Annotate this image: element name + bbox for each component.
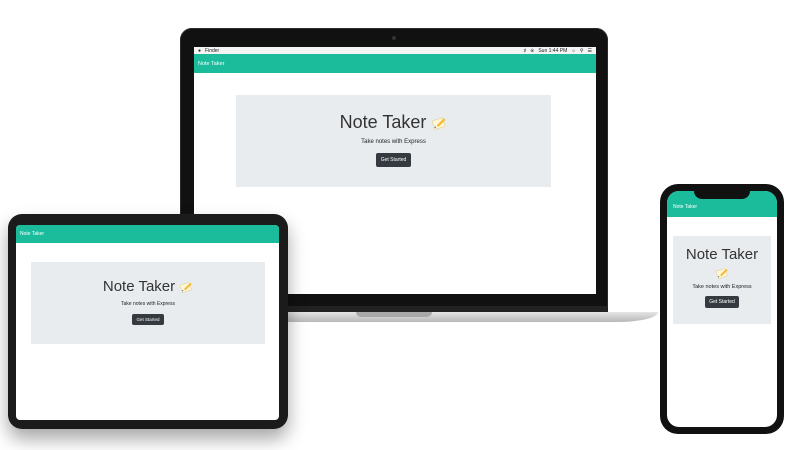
laptop-notch xyxy=(356,312,432,317)
pencil-memo-icon xyxy=(180,281,192,293)
jumbotron-title: Note Taker xyxy=(685,246,759,263)
search-icon[interactable]: ⚲ xyxy=(580,48,584,54)
jumbotron-tagline: Take notes with Express xyxy=(361,139,426,145)
navbar-brand[interactable]: Note Taker xyxy=(198,61,225,67)
mac-menubar: ● Finder ♯ ※ Sun 1:44 PM ☼ ⚲ ☰ xyxy=(194,47,596,54)
tablet-screen: Note Taker Note Taker Take notes with Ex… xyxy=(16,225,279,420)
navbar-brand[interactable]: Note Taker xyxy=(20,231,44,237)
navbar: Note Taker xyxy=(16,225,279,243)
jumbotron: Note Taker Take notes with Express Get S… xyxy=(31,262,265,344)
navbar-brand[interactable]: Note Taker xyxy=(673,204,697,210)
bluetooth-icon[interactable]: ※ xyxy=(530,48,534,54)
menu-list-icon[interactable]: ☰ xyxy=(588,48,592,54)
laptop-camera xyxy=(392,36,396,40)
phone-screen: Note Taker Note Taker Take notes with Ex… xyxy=(667,191,777,427)
volume-icon[interactable]: ♯ xyxy=(524,48,527,54)
menubar-clock[interactable]: Sun 1:44 PM xyxy=(538,48,567,54)
jumbotron: Note Taker Take notes with Express Get S… xyxy=(673,236,771,324)
jumbotron-title: Note Taker xyxy=(102,278,176,295)
jumbotron-tagline: Take notes with Express xyxy=(121,301,175,307)
wifi-icon[interactable]: ☼ xyxy=(571,48,576,54)
get-started-button[interactable]: Get Started xyxy=(375,153,412,167)
navbar: Note Taker xyxy=(194,54,596,73)
apple-icon[interactable]: ● xyxy=(198,48,201,54)
menubar-app-name[interactable]: Finder xyxy=(205,48,219,54)
jumbotron-title-row: Note Taker xyxy=(236,112,551,133)
jumbotron-title: Note Taker xyxy=(339,112,427,132)
phone-notch xyxy=(694,191,750,199)
jumbotron-tagline: Take notes with Express xyxy=(692,284,752,290)
pencil-memo-icon xyxy=(715,268,728,279)
jumbotron-title-row: Note Taker xyxy=(31,278,265,295)
get-started-button[interactable]: Get Started xyxy=(705,296,739,308)
pencil-memo-icon xyxy=(432,117,446,130)
jumbotron: Note Taker Take notes with Express Get S… xyxy=(236,95,551,187)
get-started-button[interactable]: Get Started xyxy=(132,314,164,325)
